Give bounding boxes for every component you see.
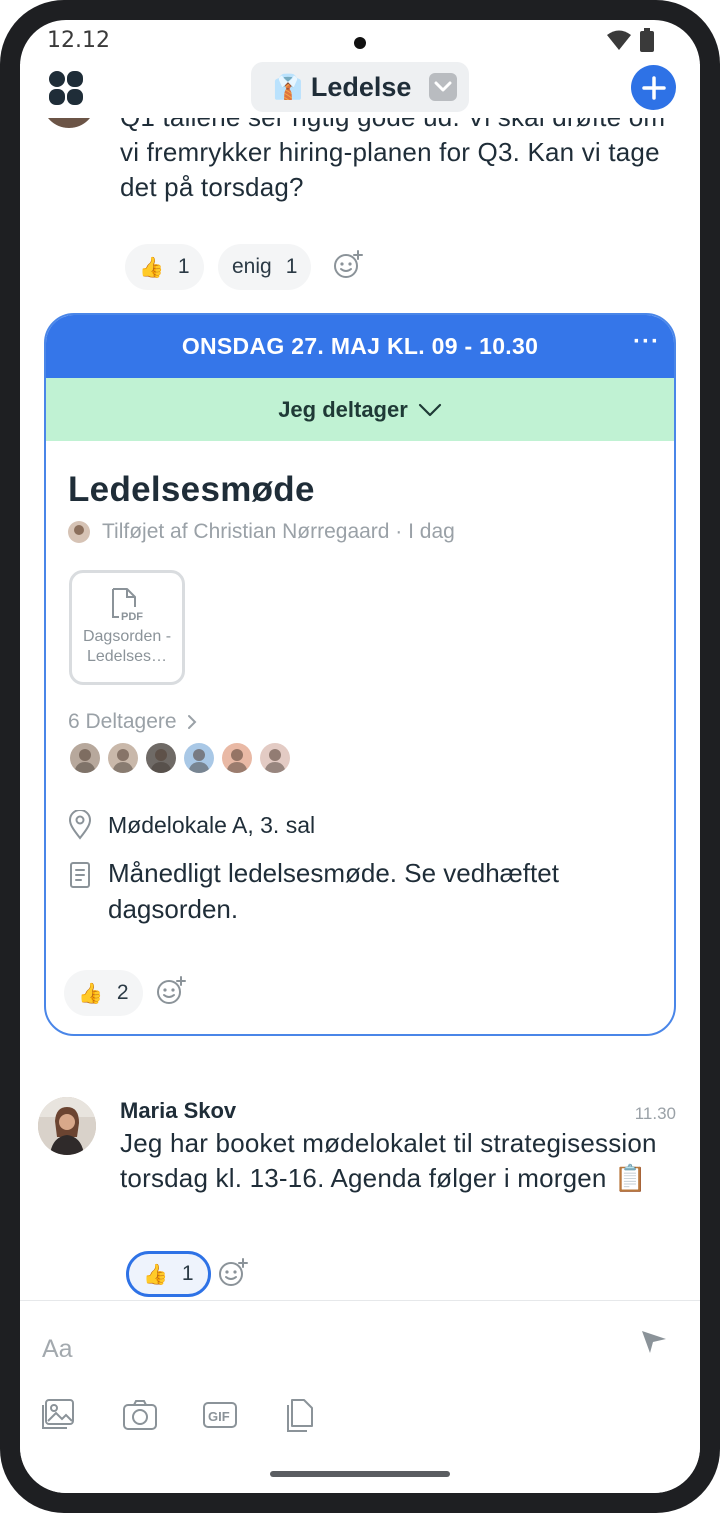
reaction-count: 1 [285, 255, 298, 278]
status-bar: 12.12 [20, 20, 700, 64]
message-text: Jeg har booket mødelokalet til strategis… [120, 1128, 657, 1193]
avatar-photo [38, 1097, 96, 1155]
pdf-icon: PDF [112, 588, 143, 623]
camera-icon[interactable] [122, 1397, 158, 1433]
attachment-name: Dagsorden - Ledelses… [82, 628, 172, 665]
reaction-count: 1 [181, 1262, 194, 1285]
event-location: Mødelokale A, 3. sal [68, 810, 315, 840]
rsvp-label: Jeg deltager [278, 396, 408, 422]
screen: 12.12 👔 Ledelse vi fremrykker hiring-pla… [20, 20, 700, 1493]
attachment-tile[interactable]: PDF Dagsorden - Ledelses… [69, 570, 185, 685]
avatar [68, 521, 90, 543]
document-icon [70, 862, 90, 888]
message-input[interactable] [42, 1329, 602, 1369]
participants-count: 6 Deltagere [68, 710, 177, 733]
apps-icon[interactable] [48, 70, 84, 106]
reaction-count: 1 [177, 255, 190, 278]
participant-avatars[interactable] [70, 743, 290, 773]
rsvp-button[interactable]: Jeg deltager [46, 378, 674, 441]
event-card[interactable]: ONSDAG 27. MAJ KL. 09 - 10.30 ··· Jeg de… [44, 313, 676, 1036]
participants-link[interactable]: 6 Deltagere [68, 710, 197, 734]
event-description: Månedligt ledelsesmøde. Se vedhæftet dag… [68, 855, 628, 927]
device-frame: 12.12 👔 Ledelse vi fremrykker hiring-pla… [0, 0, 720, 1513]
event-title: Ledelsesmøde [68, 470, 315, 509]
header: 👔 Ledelse [20, 62, 700, 118]
event-datetime: ONSDAG 27. MAJ KL. 09 - 10.30 [181, 333, 539, 359]
reaction-emoji: 👍 [139, 256, 164, 279]
home-indicator[interactable] [270, 1471, 450, 1477]
status-time: 12.12 [47, 28, 110, 53]
camera-cutout [354, 37, 366, 49]
participant-avatar[interactable] [260, 743, 290, 773]
message-author[interactable]: Maria Skov [120, 1098, 236, 1124]
avatar[interactable] [38, 1097, 96, 1155]
message-feed[interactable]: Q1 tallene ser rigtig gode ud. Vi skal d… [20, 118, 700, 1300]
channel-selector[interactable]: 👔 Ledelse [251, 62, 469, 112]
plus-icon [641, 75, 666, 100]
added-by-text: Tilføjet af Christian Nørregaard · I dag [102, 520, 455, 543]
reaction-thumbs-up[interactable]: 👍 1 [125, 244, 204, 290]
reaction-thumbs-up[interactable]: 👍 2 [64, 970, 143, 1016]
event-header: ONSDAG 27. MAJ KL. 09 - 10.30 ··· [46, 315, 674, 378]
participant-avatar[interactable] [70, 743, 100, 773]
battery-icon [640, 28, 654, 52]
more-icon[interactable]: ··· [633, 330, 660, 354]
pdf-type-label: PDF [121, 611, 143, 623]
composer: GIF [20, 1300, 700, 1493]
add-button[interactable] [631, 65, 676, 110]
location-icon [68, 810, 92, 840]
add-reaction-icon[interactable] [332, 249, 364, 281]
event-meta: Tilføjet af Christian Nørregaard · I dag [68, 520, 455, 544]
send-icon[interactable] [640, 1327, 668, 1355]
message-time: 11.30 [634, 1104, 676, 1123]
chevron-down-icon [418, 403, 441, 416]
file-icon[interactable] [282, 1397, 318, 1433]
message-text: Q1 tallene ser rigtig gode ud. Vi skal d… [120, 118, 665, 202]
reaction-label: enig [232, 255, 272, 278]
channel-name: Ledelse [310, 71, 412, 102]
svg-text:GIF: GIF [208, 1409, 230, 1424]
description-text: Månedligt ledelsesmøde. Se vedhæftet dag… [108, 858, 559, 924]
chevron-down-icon [429, 73, 457, 101]
reaction-thumbs-up[interactable]: 👍 1 [126, 1251, 211, 1297]
location-text: Mødelokale A, 3. sal [108, 811, 316, 838]
participant-avatar[interactable] [222, 743, 252, 773]
reaction-emoji: 👍 [143, 1263, 168, 1286]
channel-emoji: 👔 [273, 73, 303, 101]
gif-icon[interactable]: GIF [202, 1397, 238, 1433]
add-reaction-icon[interactable] [217, 1257, 249, 1289]
chevron-right-icon [187, 715, 196, 729]
status-icons [606, 28, 654, 52]
participant-avatar[interactable] [108, 743, 138, 773]
add-reaction-icon[interactable] [155, 975, 187, 1007]
participant-avatar[interactable] [146, 743, 176, 773]
wifi-icon [607, 30, 631, 50]
reaction-enig[interactable]: enig 1 [218, 244, 312, 290]
reaction-count: 2 [116, 981, 129, 1004]
avatar[interactable] [42, 118, 96, 128]
reaction-emoji: 👍 [78, 982, 103, 1005]
image-icon[interactable] [40, 1397, 76, 1433]
participant-avatar[interactable] [184, 743, 214, 773]
